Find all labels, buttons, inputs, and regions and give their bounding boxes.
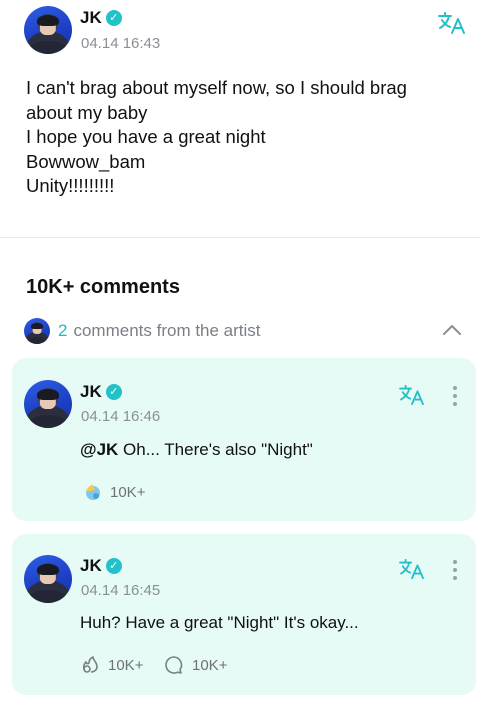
artist-comment-count: 2	[58, 321, 68, 340]
comment-author-name[interactable]: JK	[80, 382, 102, 402]
verified-badge-icon: ✓	[105, 558, 122, 574]
like-count: 10K+	[108, 656, 144, 674]
artist-comment-card: JK ✓ 04.14 16:46 @JK Oh... There's also …	[12, 358, 476, 521]
like-stat[interactable]: 10K+	[80, 655, 143, 675]
reply-stat[interactable]: 10K+	[164, 655, 227, 675]
post-line: Bowwow_bam	[26, 150, 146, 172]
author-name[interactable]: JK	[80, 8, 102, 28]
like-count: 10K+	[110, 483, 146, 501]
translate-icon[interactable]	[398, 558, 426, 580]
comment-timestamp: 04.14 16:46	[81, 408, 161, 425]
comment-mention[interactable]: @JK	[80, 440, 118, 459]
more-options-icon[interactable]	[452, 560, 458, 582]
comment-body: Oh... There's also "Night"	[118, 440, 313, 459]
fire-like-outline-icon	[82, 656, 98, 673]
comment-author-row: JK ✓	[80, 556, 122, 576]
post-line: I can't brag about myself now, so I shou…	[26, 77, 407, 98]
comment-author-name[interactable]: JK	[80, 556, 102, 576]
reply-count: 10K+	[192, 656, 228, 674]
fire-like-icon	[86, 484, 100, 500]
section-divider	[0, 237, 480, 238]
more-options-icon[interactable]	[452, 386, 458, 408]
verified-badge-icon: ✓	[105, 10, 122, 26]
comment-timestamp: 04.14 16:45	[81, 582, 161, 599]
post-body: I can't brag about myself now, so I shou…	[26, 76, 456, 199]
translate-icon[interactable]	[437, 11, 467, 35]
comment-author-avatar[interactable]	[24, 380, 72, 428]
chevron-up-icon[interactable]	[442, 322, 462, 336]
artist-comments-toggle[interactable]: 2 comments from the artist	[24, 316, 468, 346]
translate-icon[interactable]	[398, 384, 426, 406]
comment-author-avatar[interactable]	[24, 555, 72, 603]
post-line: Unity!!!!!!!!!	[26, 175, 115, 196]
artist-mini-avatar	[24, 318, 50, 344]
comments-title: 10K+ comments	[26, 276, 180, 298]
post-line: I hope you have a great night	[26, 126, 266, 147]
author-name-row: JK ✓	[80, 8, 122, 28]
comment-author-row: JK ✓	[80, 382, 122, 402]
verified-badge-icon: ✓	[105, 384, 122, 400]
comment-text: @JK Oh... There's also "Night"	[80, 440, 313, 460]
like-stat[interactable]: 10K+	[82, 482, 145, 502]
post-line: about my baby	[26, 101, 148, 123]
author-avatar[interactable]	[24, 6, 72, 54]
comment-text: Huh? Have a great "Night" It's okay...	[80, 613, 359, 632]
reply-bubble-icon	[165, 656, 183, 674]
post-page: JK ✓ 04.14 16:43 I can't brag about myse…	[0, 0, 480, 705]
artist-comment-card: JK ✓ 04.14 16:45 Huh? Have a great "Nigh…	[12, 534, 476, 695]
post-timestamp: 04.14 16:43	[81, 35, 161, 52]
artist-comment-label: comments from the artist	[73, 321, 261, 340]
